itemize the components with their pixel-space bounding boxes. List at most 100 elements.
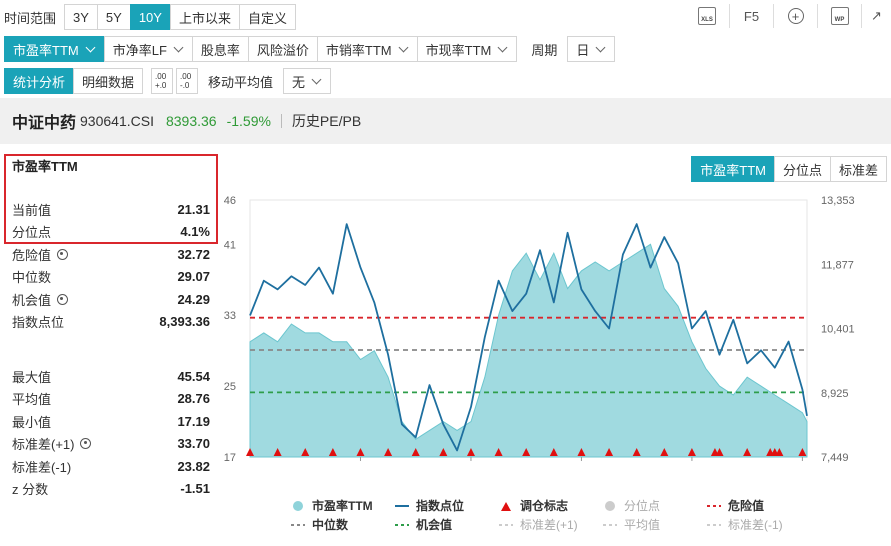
legend-item[interactable]: 调仓标志 [498, 497, 602, 514]
legend-item[interactable]: 分位点 [602, 497, 706, 514]
period-label: 周期 [531, 42, 558, 58]
export-wp-button[interactable]: WP [817, 4, 861, 28]
legend-swatch [395, 523, 409, 526]
stat-value: -1.51 [180, 481, 210, 497]
chart-tab[interactable]: 标准差 [829, 156, 887, 182]
legend-swatch [501, 501, 511, 511]
stat-label: 最小值 [12, 412, 51, 431]
share-icon: ↗ [871, 8, 882, 23]
index-code: 930641.CSI [80, 113, 154, 129]
legend-swatch [605, 500, 615, 511]
export-xls-button[interactable]: XLS [685, 4, 729, 28]
stat-label: 危险值 [12, 245, 69, 264]
y-right-tick: 11,877 [821, 259, 854, 271]
stat-label: 标准差(+1) [12, 434, 92, 453]
stat-row: 最小值 17.19 [6, 410, 216, 433]
tab-detail-data[interactable]: 明细数据 [73, 68, 144, 94]
legend-swatch [291, 523, 305, 526]
legend-item[interactable]: 中位数 [290, 516, 394, 533]
decimal-decrease-button[interactable]: .00 -.0 [176, 68, 199, 94]
stat-row: 平均值 28.76 [6, 388, 216, 411]
stat-row: 最大值 45.54 [6, 365, 216, 388]
metric-button[interactable]: 市净率LF [103, 36, 193, 62]
stat-row: 标准差(+1) 33.70 [6, 433, 216, 456]
add-button[interactable]: + [773, 4, 817, 28]
legend-item[interactable]: 危险值 [706, 497, 810, 514]
legend-label: 机会值 [416, 518, 453, 532]
stat-label: z 分数 [12, 479, 48, 498]
time-range-buttons: 3Y 5Y 10Y 上市以来 自定义 [64, 4, 296, 30]
stat-row: z 分数 -1.51 [6, 478, 216, 501]
legend-label: 危险值 [728, 499, 765, 513]
gear-icon[interactable] [80, 438, 92, 450]
legend-swatch [499, 523, 513, 526]
legend-item[interactable]: 标准差(-1) [706, 516, 810, 533]
stat-value: 24.29 [177, 291, 210, 307]
legend-label: 中位数 [312, 518, 349, 532]
stat-label-text: 标准差(+1) [12, 437, 75, 453]
xls-icon: XLS [698, 7, 716, 25]
stat-label-text: 中位数 [12, 270, 52, 286]
f5-button[interactable]: F5 [729, 4, 773, 28]
metric-button[interactable]: 风险溢价 [247, 36, 318, 62]
stat-value: 29.07 [177, 269, 210, 285]
metric-button[interactable]: 市盈率TTM [4, 36, 105, 62]
stat-label: 最大值 [12, 367, 51, 386]
decimal-increase-button[interactable]: .00 +.0 [151, 68, 174, 94]
chevron-down-icon [497, 42, 508, 52]
range-button[interactable]: 3Y [64, 4, 98, 30]
y-left-tick: 25 [224, 381, 236, 393]
stat-value: 28.76 [177, 391, 210, 407]
metric-button[interactable]: 股息率 [191, 36, 249, 62]
index-change: -1.59% [226, 113, 271, 129]
moving-average-select[interactable]: 无 [283, 68, 332, 94]
stat-label-text: 指数点位 [12, 315, 65, 331]
legend-item[interactable]: 指数点位 [394, 497, 498, 514]
range-button[interactable]: 5Y [96, 4, 131, 30]
gear-icon[interactable] [57, 248, 69, 260]
metric-button-label: 市现率TTM [425, 42, 492, 58]
legend-item[interactable]: 平均值 [602, 516, 706, 533]
chart-tab[interactable]: 市盈率TTM [691, 156, 775, 182]
tab-statistics[interactable]: 统计分析 [4, 68, 75, 94]
share-button[interactable]: ↗ [861, 4, 891, 28]
moving-average-label: 移动平均值 [208, 74, 274, 90]
legend-swatch [707, 504, 721, 507]
legend-label: 指数点位 [416, 499, 465, 513]
stat-value: 33.70 [177, 436, 210, 452]
range-button[interactable]: 上市以来 [169, 4, 240, 30]
plus-icon: + [787, 8, 804, 24]
stat-label-text: 最大值 [12, 369, 52, 385]
legend-label: 调仓标志 [520, 499, 569, 513]
y-right-tick: 8,925 [821, 388, 849, 400]
legend-label: 市盈率TTM [312, 499, 373, 513]
gear-icon[interactable] [57, 293, 69, 305]
stat-label: 机会值 [12, 290, 69, 309]
stat-label: 中位数 [12, 267, 51, 286]
toolbar: XLS F5 + WP ↗ [685, 4, 891, 28]
y-right-tick: 7,449 [821, 452, 849, 464]
metric-button[interactable]: 市现率TTM [416, 36, 518, 62]
view-row: 统计分析 明细数据 .00 +.0 .00 -.0 移动平均值 无 [4, 68, 332, 94]
legend-row: 市盈率TTM 指数点位 调仓标志 分位点 危险值 [290, 496, 890, 515]
pe-chart: 17253341467,4498,92510,40111,87713,35318… [224, 195, 855, 464]
history-pe-pb: 历史PE/PB [291, 113, 362, 129]
range-button[interactable]: 10Y [129, 4, 171, 30]
chart-tab[interactable]: 分位点 [773, 156, 831, 182]
metric-button-label: 风险溢价 [256, 42, 309, 58]
period-value: 日 [576, 42, 590, 58]
metric-button[interactable]: 市销率TTM [316, 36, 418, 62]
legend-item[interactable]: 市盈率TTM [290, 497, 394, 514]
metric-row: 市盈率TTM 市净率LF 股息率 风险溢价 市销率TTM 市现率TTM 周期 日 [4, 36, 616, 62]
range-button[interactable]: 自定义 [238, 4, 296, 30]
divider [280, 114, 282, 128]
time-range-label: 时间范围 [4, 10, 57, 26]
legend-label: 平均值 [624, 518, 661, 532]
period-select[interactable]: 日 [567, 36, 616, 62]
chevron-down-icon [398, 42, 409, 52]
stat-label: 标准差(-1) [12, 457, 71, 476]
stat-value: 17.19 [177, 413, 210, 429]
legend-item[interactable]: 机会值 [394, 516, 498, 533]
legend-swatch [603, 523, 617, 526]
legend-item[interactable]: 标准差(+1) [498, 516, 602, 533]
